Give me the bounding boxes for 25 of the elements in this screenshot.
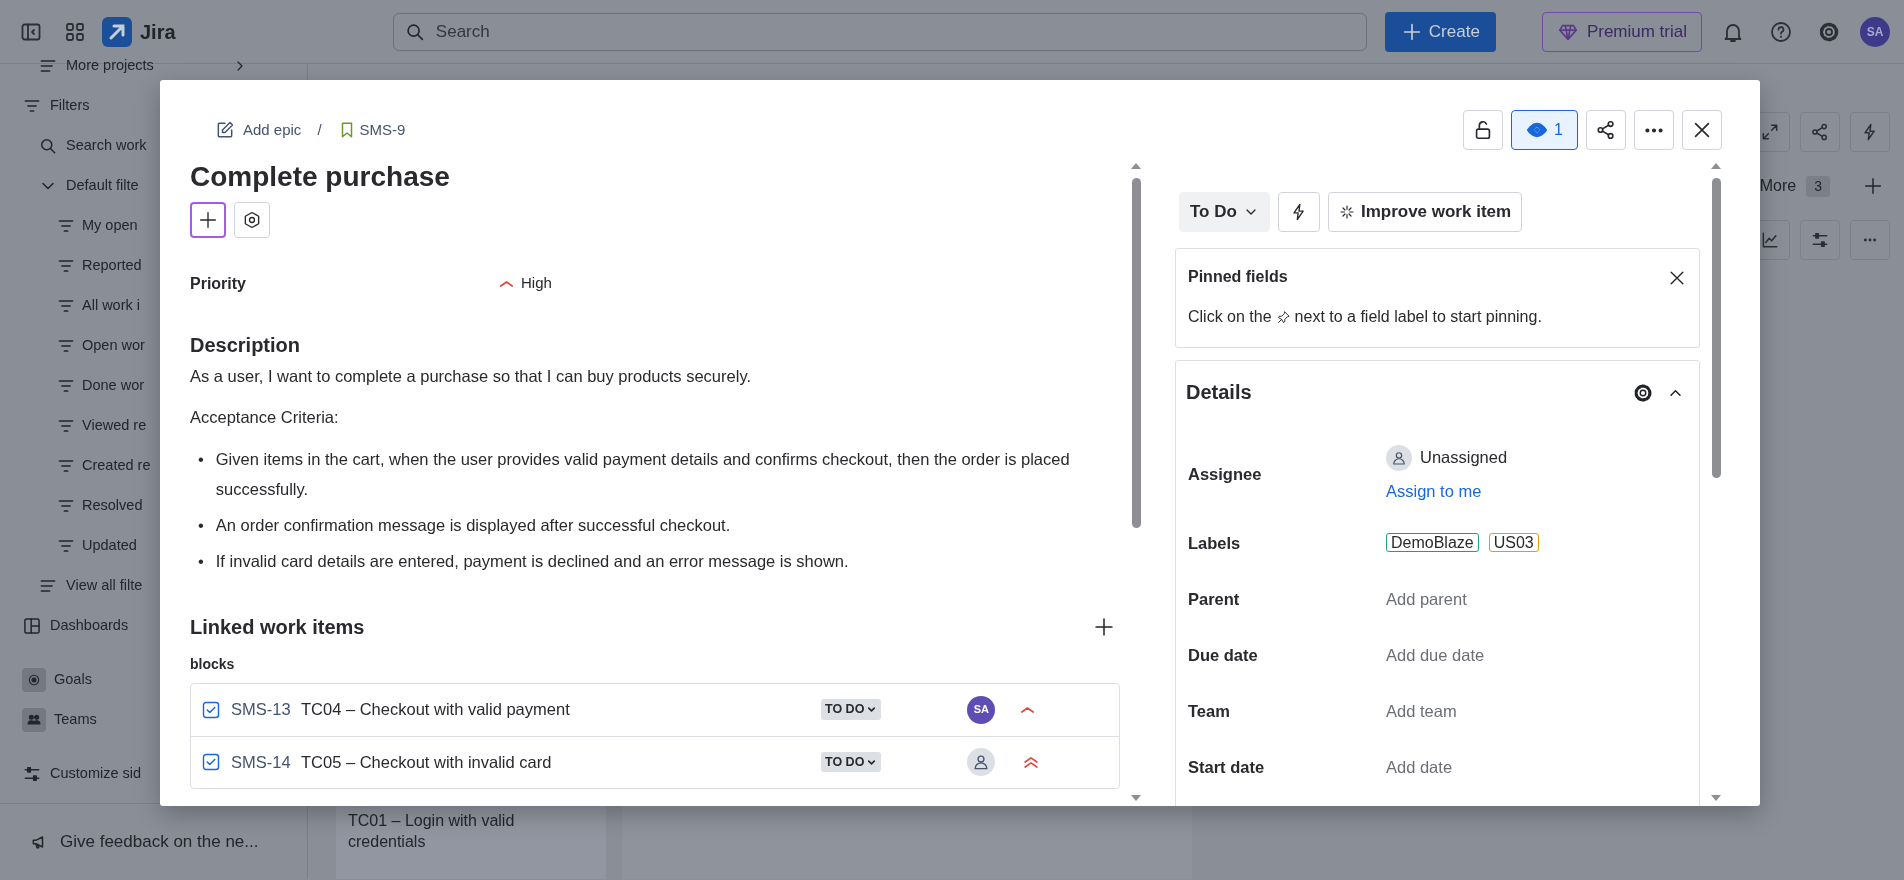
field-label: Priority [190, 273, 247, 294]
field-label: Labels [1187, 532, 1242, 554]
list-item: An order confirmation message is displayed after successful checkout. [215, 514, 731, 536]
field-label: Due date [1187, 644, 1259, 666]
field-label: Parent [1187, 588, 1241, 610]
description-text: As a user, I want to complete a purchase so that I can buy products securely. [190, 365, 752, 387]
hint-text: next to a field label to start pinning. [1294, 307, 1542, 327]
bullet-mark: • [198, 514, 204, 536]
relation-label: blocks [190, 654, 236, 674]
bullet-mark: • [198, 550, 204, 572]
hint-text: Click on the [1188, 307, 1272, 327]
section-heading: Linked work items [190, 614, 365, 640]
card-title: TC01 – Login with valid credentials [348, 811, 516, 852]
card-title: Details [1186, 380, 1252, 405]
field-label: Start date [1187, 756, 1266, 778]
section-heading: Description [190, 332, 302, 358]
field-label: Assignee [1187, 463, 1263, 485]
list-item: Given items in the cart, when the user provides valid payment details and confirms checkout, then the order is placed successfully. [215, 448, 1071, 500]
list-item: If invalid card details are entered, payment is declined and an error message is shown. [215, 550, 849, 572]
count-badge: 3 [1806, 175, 1830, 197]
field-label: Team [1187, 700, 1231, 722]
bullet-mark: • [198, 448, 204, 470]
breadcrumb-separator: / [317, 119, 322, 140]
card-title: Pinned fields [1188, 267, 1288, 287]
description-text: Acceptance Criteria: [190, 406, 340, 428]
